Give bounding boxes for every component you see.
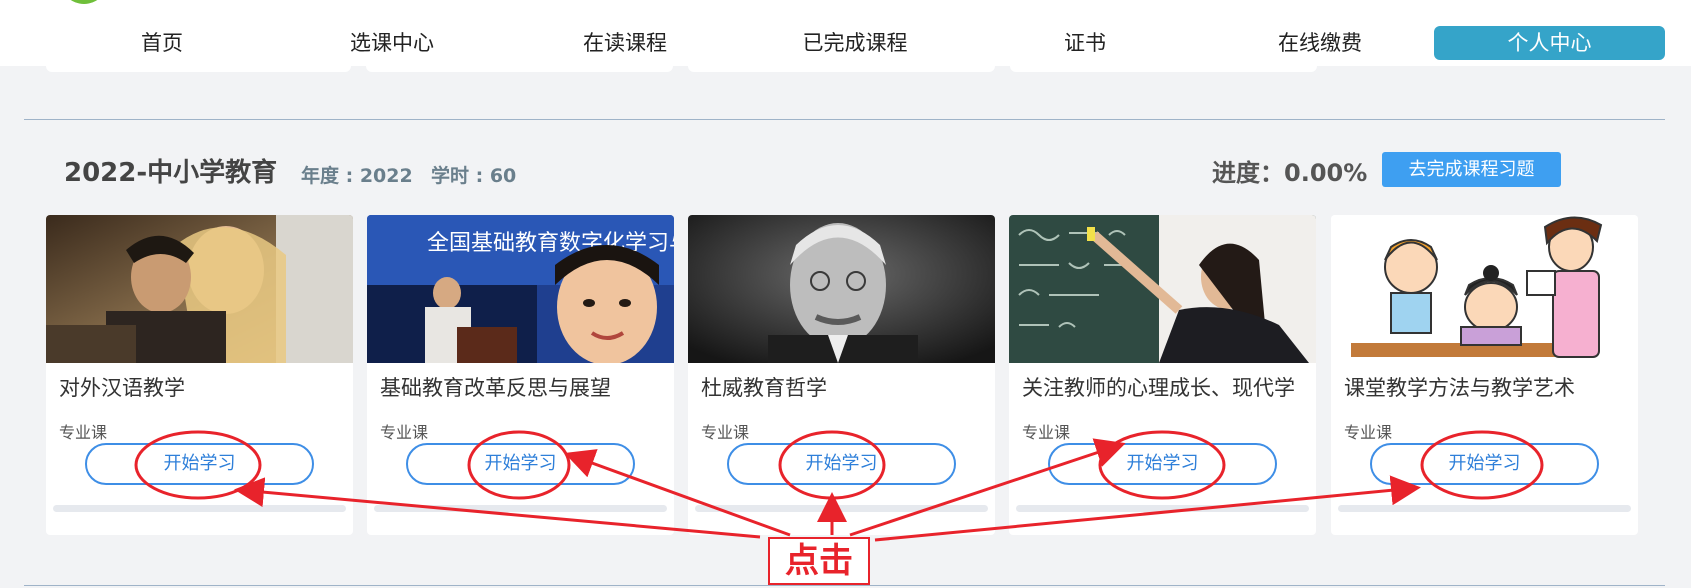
course-card[interactable]: 杜威教育哲学 专业课 开始学习 [688, 215, 995, 535]
course-progress-bar [695, 505, 988, 512]
course-card[interactable]: 全国基础教育数字化学习与 基础教育改革反思与展望 专业课 开始学习 [367, 215, 674, 535]
course-title: 2022-中小学教育 [64, 158, 278, 188]
tab-stub [366, 62, 673, 72]
course-thumbnail [1331, 215, 1638, 363]
course-thumbnail [688, 215, 995, 363]
start-learning-button[interactable]: 开始学习 [1370, 443, 1599, 485]
course-card-type: 专业课 [701, 423, 750, 442]
course-card-title[interactable]: 对外汉语教学 [59, 372, 351, 402]
course-thumbnail [1009, 215, 1316, 363]
course-card[interactable]: 课堂教学方法与教学艺术 专业课 开始学习 [1331, 215, 1638, 535]
course-card-type: 专业课 [1344, 423, 1393, 442]
course-card-title[interactable]: 关注教师的心理成长、现代学 [1022, 372, 1314, 402]
start-learning-button[interactable]: 开始学习 [406, 443, 635, 485]
logo [60, 0, 108, 4]
divider [24, 119, 1665, 120]
start-learning-button[interactable]: 开始学习 [85, 443, 314, 485]
course-card-type: 专业课 [1022, 423, 1071, 442]
click-annotation-label: 点击 [768, 537, 870, 585]
course-card-title[interactable]: 基础教育改革反思与展望 [380, 372, 672, 402]
course-card-title[interactable]: 杜威教育哲学 [701, 372, 993, 402]
course-card[interactable]: 对外汉语教学 专业课 开始学习 [46, 215, 353, 535]
course-progress-bar [1016, 505, 1309, 512]
course-progress: 进度：0.00% [1212, 159, 1368, 187]
nav-course-selection[interactable]: 选课中心 [327, 26, 457, 60]
top-navigation: 首页 选课中心 在读课程 已完成课程 证书 在线缴费 个人中心 [0, 0, 1691, 66]
tab-stub [46, 62, 351, 72]
tab-stub [1010, 62, 1317, 72]
nav-personal-center[interactable]: 个人中心 [1434, 26, 1665, 60]
course-progress-bar [1338, 505, 1631, 512]
course-progress-bar [374, 505, 667, 512]
complete-exercises-button[interactable]: 去完成课程习题 [1382, 152, 1561, 187]
nav-completed-courses[interactable]: 已完成课程 [780, 26, 930, 60]
divider [24, 585, 1665, 586]
course-year: 年度 : 2022 [301, 165, 413, 187]
nav-current-courses[interactable]: 在读课程 [560, 26, 690, 60]
course-card[interactable]: 关注教师的心理成长、现代学 专业课 开始学习 [1009, 215, 1316, 535]
course-thumbnail [46, 215, 353, 363]
nav-home[interactable]: 首页 [100, 26, 224, 60]
start-learning-button[interactable]: 开始学习 [1048, 443, 1277, 485]
course-card-type: 专业课 [59, 423, 108, 442]
nav-online-payment[interactable]: 在线缴费 [1255, 26, 1385, 60]
course-thumbnail: 全国基础教育数字化学习与 [367, 215, 674, 363]
tab-stub [688, 62, 995, 72]
course-card-type: 专业课 [380, 423, 429, 442]
nav-certificates[interactable]: 证书 [1040, 26, 1130, 60]
course-progress-bar [53, 505, 346, 512]
course-card-title[interactable]: 课堂教学方法与教学艺术 [1344, 372, 1636, 402]
start-learning-button[interactable]: 开始学习 [727, 443, 956, 485]
course-hours: 学时 : 60 [431, 165, 517, 187]
